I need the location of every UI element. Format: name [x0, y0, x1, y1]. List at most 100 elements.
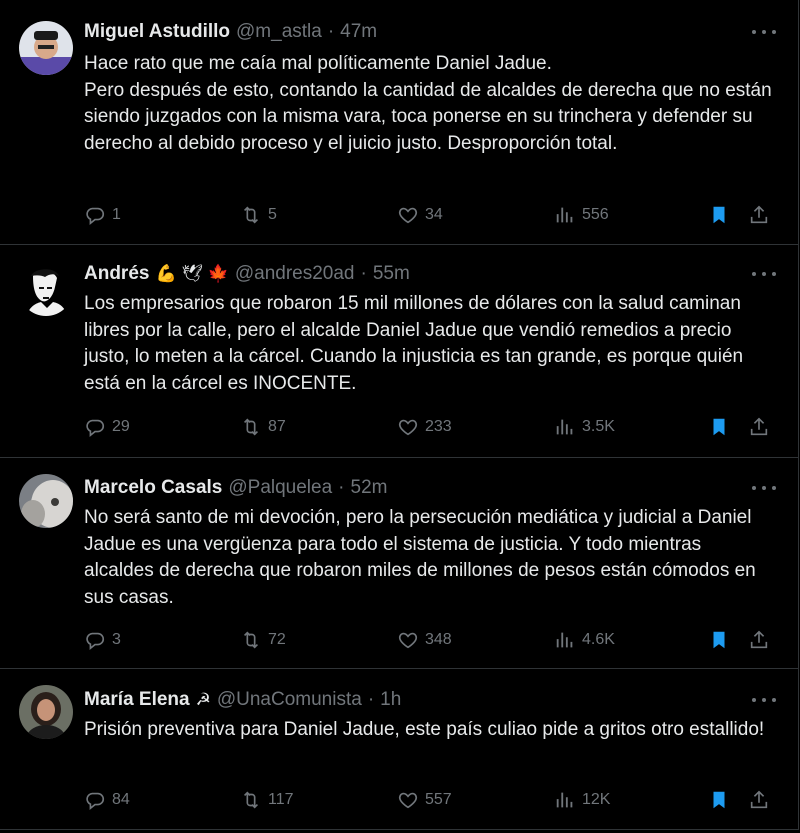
share-icon [750, 205, 768, 224]
heart-icon [398, 419, 418, 436]
tweet[interactable]: Marcelo Casals @Palquelea · 52m No será … [0, 458, 799, 669]
views-icon [556, 419, 573, 435]
views-icon [556, 207, 573, 223]
separator-dot: · [360, 263, 367, 284]
bookmark-button[interactable] [708, 201, 736, 229]
retweet-icon [243, 791, 259, 809]
views-count: 556 [582, 206, 609, 223]
views-icon [556, 632, 573, 648]
author-handle[interactable]: @andres20ad [235, 263, 355, 285]
retweet-button[interactable]: 5 [240, 201, 277, 229]
views-button[interactable]: 4.6K [554, 626, 615, 654]
like-count: 348 [425, 631, 452, 648]
avatar[interactable] [19, 21, 73, 75]
heart-icon [398, 632, 418, 649]
avatar[interactable] [19, 685, 73, 739]
reply-count: 1 [112, 206, 121, 223]
share-icon [750, 630, 768, 649]
tweet[interactable]: Andrés 💪 🕊 🍁 @andres20ad · 55m Los empre… [0, 245, 799, 458]
reply-icon [86, 632, 104, 650]
share-button[interactable] [748, 786, 776, 814]
bookmark-icon [713, 791, 725, 809]
avatar[interactable] [19, 474, 73, 528]
views-button[interactable]: 3.5K [554, 413, 615, 441]
like-button[interactable]: 34 [397, 201, 443, 229]
retweet-count: 72 [268, 631, 286, 648]
reply-button[interactable]: 3 [84, 626, 121, 654]
share-button[interactable] [748, 626, 776, 654]
bookmark-button[interactable] [708, 786, 736, 814]
like-count: 233 [425, 418, 452, 435]
reply-button[interactable]: 84 [84, 786, 130, 814]
tweet-text: Prisión preventiva para Daniel Jadue, es… [84, 719, 765, 740]
author-handle[interactable]: @m_astla [236, 21, 322, 43]
retweet-count: 87 [268, 418, 286, 435]
bookmark-icon [713, 418, 725, 436]
tweet-actions: 29 87 233 3.5K [84, 413, 776, 441]
reply-count: 3 [112, 631, 121, 648]
views-count: 12K [582, 791, 611, 808]
avatar[interactable] [19, 262, 73, 316]
share-icon [750, 417, 768, 436]
separator-dot: · [327, 21, 335, 42]
tweet-header: Marcelo Casals @Palquelea · 52m [84, 476, 738, 500]
tweet-header: Andrés 💪 🕊 🍁 @andres20ad · 55m [84, 262, 738, 286]
author-handle[interactable]: @UnaComunista [217, 689, 362, 711]
author-handle[interactable]: @Palquelea [228, 477, 332, 499]
reply-button[interactable]: 1 [84, 201, 121, 229]
views-button[interactable]: 556 [554, 201, 609, 229]
share-button[interactable] [748, 201, 776, 229]
reply-icon [86, 207, 104, 225]
heart-icon [398, 207, 418, 224]
timeline-feed: Miguel Astudillo @m_astla · 47m Hace rat… [0, 0, 800, 833]
timestamp[interactable]: 47m [340, 21, 377, 43]
like-button[interactable]: 233 [397, 413, 452, 441]
like-button[interactable]: 348 [397, 626, 452, 654]
retweet-button[interactable]: 117 [240, 786, 294, 814]
author-name[interactable]: Andrés [84, 263, 149, 285]
tweet-header: María Elena ☭ @UnaComunista · 1h [84, 688, 738, 712]
views-icon [556, 792, 573, 808]
timestamp[interactable]: 1h [380, 689, 401, 711]
more-icon[interactable] [752, 690, 776, 710]
more-icon[interactable] [752, 264, 776, 284]
timestamp[interactable]: 52m [351, 477, 388, 499]
views-button[interactable]: 12K [554, 786, 610, 814]
name-emoji: ☭ [195, 690, 211, 709]
more-icon[interactable] [752, 22, 776, 42]
separator-dot: · [367, 689, 375, 710]
retweet-count: 5 [268, 206, 277, 223]
retweet-button[interactable]: 72 [240, 626, 286, 654]
bookmark-icon [713, 206, 725, 224]
like-button[interactable]: 557 [397, 786, 452, 814]
reply-count: 29 [112, 418, 130, 435]
tweet-text: Hace rato que me caía mal políticamente … [84, 53, 772, 154]
views-count: 3.5K [582, 418, 615, 435]
tweet[interactable]: María Elena ☭ @UnaComunista · 1h Prisión… [0, 669, 799, 830]
reply-button[interactable]: 29 [84, 413, 130, 441]
bookmark-button[interactable] [708, 413, 736, 441]
share-button[interactable] [748, 413, 776, 441]
timestamp[interactable]: 55m [373, 263, 410, 285]
views-count: 4.6K [582, 631, 615, 648]
retweet-button[interactable]: 87 [240, 413, 286, 441]
more-icon[interactable] [752, 478, 776, 498]
like-count: 34 [425, 206, 443, 223]
retweet-icon [243, 418, 259, 436]
tweet[interactable]: Miguel Astudillo @m_astla · 47m Hace rat… [0, 0, 799, 245]
heart-icon [398, 792, 418, 809]
reply-icon [86, 419, 104, 437]
author-name[interactable]: Marcelo Casals [84, 477, 222, 499]
share-icon [750, 790, 768, 809]
tweet-header: Miguel Astudillo @m_astla · 47m [84, 20, 738, 44]
author-name[interactable]: María Elena [84, 689, 190, 711]
bookmark-button[interactable] [708, 626, 736, 654]
bookmark-icon [713, 631, 725, 649]
separator-dot: · [338, 477, 345, 498]
retweet-icon [243, 206, 259, 224]
tweet-actions: 1 5 34 556 [84, 201, 776, 229]
like-count: 557 [425, 791, 452, 808]
tweet-text: Los empresarios que robaron 15 mil millo… [84, 293, 744, 394]
author-name[interactable]: Miguel Astudillo [84, 21, 230, 43]
name-emoji: 💪 🕊 🍁 [155, 264, 229, 283]
